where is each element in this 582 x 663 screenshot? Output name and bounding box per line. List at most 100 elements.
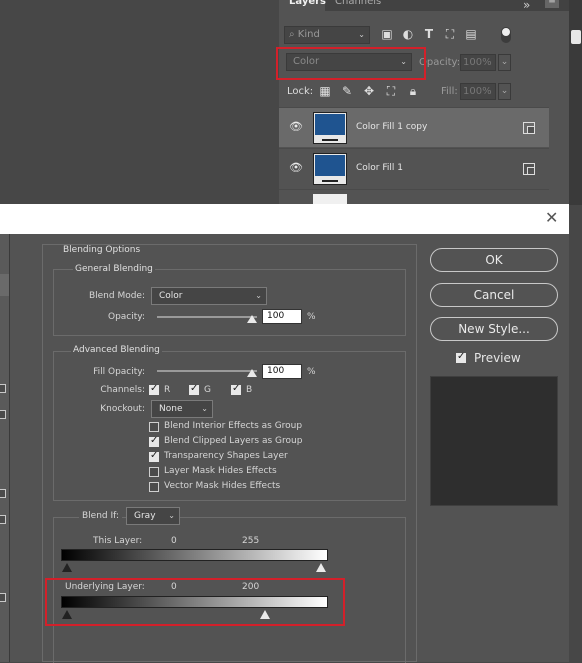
lock-image-pixels-icon[interactable]: ✎ [339, 83, 355, 99]
preview-swatch [430, 376, 558, 506]
opacity-unit: % [307, 312, 316, 322]
eye-icon[interactable]: 👁︎ [289, 162, 303, 173]
smart-filter-icon [523, 163, 535, 175]
channel-b-checkbox[interactable] [231, 383, 241, 395]
smart-filter-icon [523, 122, 535, 134]
this-layer-white-slider[interactable] [316, 563, 326, 572]
preview-label: Preview [474, 351, 521, 365]
channel-r-checkbox[interactable] [149, 383, 159, 395]
opacity-dropdown-button[interactable]: ⌄ [498, 54, 511, 71]
blend-mode-label: Blend Mode: [88, 291, 145, 301]
style-checkbox[interactable] [0, 384, 6, 393]
fill-opacity-slider-track[interactable] [157, 370, 257, 372]
vector-mask-hides-effects-checkbox[interactable] [149, 482, 159, 492]
blend-mode-value: Color [159, 291, 183, 301]
blend-clipped-layers-checkbox[interactable] [149, 435, 159, 447]
collapse-panel-button[interactable]: » [523, 0, 530, 12]
layers-panel: Layers Channels » ≡ ⌕ Kind ⌄ ▣ ◐ T ⛶ ▤ C… [279, 0, 569, 229]
blend-clipped-layers-label: Blend Clipped Layers as Group [164, 436, 303, 446]
image-filter-icon[interactable]: ▣ [380, 27, 394, 41]
transparency-shapes-layer-label: Transparency Shapes Layer [164, 451, 288, 461]
panel-menu-icon[interactable]: ≡ [545, 0, 559, 8]
opacity-field[interactable]: 100 [262, 309, 302, 324]
styles-list [0, 234, 10, 662]
general-blending-title: General Blending [73, 264, 155, 274]
shape-filter-icon[interactable]: ⛶ [443, 27, 457, 41]
layer-row[interactable]: 👁︎ Color Fill 1 [279, 148, 549, 188]
layer-thumbnail [313, 112, 347, 144]
fill-dropdown-button[interactable]: ⌄ [498, 83, 511, 100]
tool-icon[interactable] [571, 30, 581, 44]
tab-channels[interactable]: Channels [335, 0, 381, 7]
style-checkbox[interactable] [0, 489, 6, 498]
styles-list-selected-item[interactable] [0, 274, 9, 296]
fill-opacity-field[interactable]: 100 [262, 364, 302, 379]
style-checkbox[interactable] [0, 593, 6, 602]
eye-icon[interactable]: 👁︎ [289, 121, 303, 132]
opacity-field[interactable]: 100% [460, 54, 496, 71]
layer-name[interactable]: Color Fill 1 copy [356, 122, 427, 132]
opacity-label: Opacity: [108, 312, 145, 322]
layer-style-dialog: ✕ Blending Options General Blending Blen… [0, 204, 569, 663]
cancel-button[interactable]: Cancel [430, 283, 558, 307]
channel-g-checkbox[interactable] [189, 383, 199, 395]
fill-opacity-label: Fill Opacity: [93, 367, 145, 377]
layer-name[interactable]: Color Fill 1 [356, 163, 403, 173]
opacity-slider-track[interactable] [157, 316, 257, 318]
tab-layers[interactable]: Layers [279, 0, 326, 11]
blend-mode-dropdown[interactable]: Color ⌄ [151, 287, 267, 305]
chevron-down-icon: ⌄ [168, 511, 175, 520]
lock-artboard-icon[interactable]: ⛶ [383, 83, 399, 99]
dialog-title-bar: ✕ [0, 204, 569, 234]
transparency-shapes-layer-checkbox[interactable] [149, 450, 159, 462]
fill-label: Fill: [441, 86, 458, 97]
adjustment-filter-icon[interactable]: ◐ [401, 27, 415, 41]
channel-r-label: R [164, 385, 171, 395]
blend-interior-effects-label: Blend Interior Effects as Group [164, 421, 303, 431]
filter-kind-select[interactable]: ⌕ Kind ⌄ [284, 26, 370, 44]
lock-position-icon[interactable]: ✥ [361, 83, 377, 99]
this-layer-gradient [61, 549, 328, 561]
chevron-down-icon: ⌄ [255, 291, 262, 300]
close-icon[interactable]: ✕ [545, 208, 558, 227]
channel-g-label: G [204, 385, 211, 395]
preview-checkbox[interactable] [456, 351, 466, 363]
lock-all-icon[interactable]: 🔒︎ [405, 83, 421, 99]
type-filter-icon[interactable]: T [422, 27, 436, 41]
chevron-down-icon: ⌄ [500, 57, 509, 67]
annotation-highlight [276, 47, 426, 80]
panel-tab-bar: Layers Channels » ≡ [279, 0, 569, 12]
blend-if-label: Blend If: [79, 511, 123, 521]
style-checkbox[interactable] [0, 410, 6, 419]
this-layer-low-value: 0 [171, 536, 177, 546]
search-icon: ⌕ [289, 29, 298, 40]
annotation-highlight [45, 578, 345, 626]
smart-object-filter-icon[interactable]: ▤ [464, 27, 478, 41]
knockout-dropdown[interactable]: None ⌄ [151, 400, 213, 418]
fill-field[interactable]: 100% [460, 83, 496, 100]
layer-thumbnail [313, 153, 347, 185]
this-layer-label: This Layer: [93, 536, 143, 546]
blending-options-title: Blending Options [63, 245, 141, 255]
chevron-down-icon: ⌄ [201, 404, 208, 413]
knockout-value: None [159, 404, 183, 414]
layer-mask-hides-effects-checkbox[interactable] [149, 467, 159, 477]
filter-kind-label: Kind [297, 29, 320, 40]
blend-if-dropdown[interactable]: Gray ⌄ [126, 507, 180, 525]
channel-b-label: B [246, 385, 253, 395]
advanced-blending-title: Advanced Blending [71, 345, 162, 355]
opacity-slider-handle[interactable] [247, 315, 257, 323]
style-checkbox[interactable] [0, 515, 6, 524]
filter-toggle[interactable] [501, 27, 511, 43]
blend-interior-effects-checkbox[interactable] [149, 422, 159, 432]
new-style-button[interactable]: New Style... [430, 317, 558, 341]
layer-row[interactable]: 👁︎ Color Fill 1 copy [279, 107, 549, 147]
right-edge-toolbar [569, 0, 582, 205]
lock-transparent-pixels-icon[interactable]: ▦ [317, 83, 333, 99]
fill-opacity-slider-handle[interactable] [247, 369, 257, 377]
fill-opacity-unit: % [307, 367, 316, 377]
this-layer-black-slider[interactable] [62, 563, 72, 572]
chevron-down-icon: ⌄ [358, 30, 365, 39]
ok-button[interactable]: OK [430, 248, 558, 272]
channels-label: Channels: [100, 385, 145, 395]
